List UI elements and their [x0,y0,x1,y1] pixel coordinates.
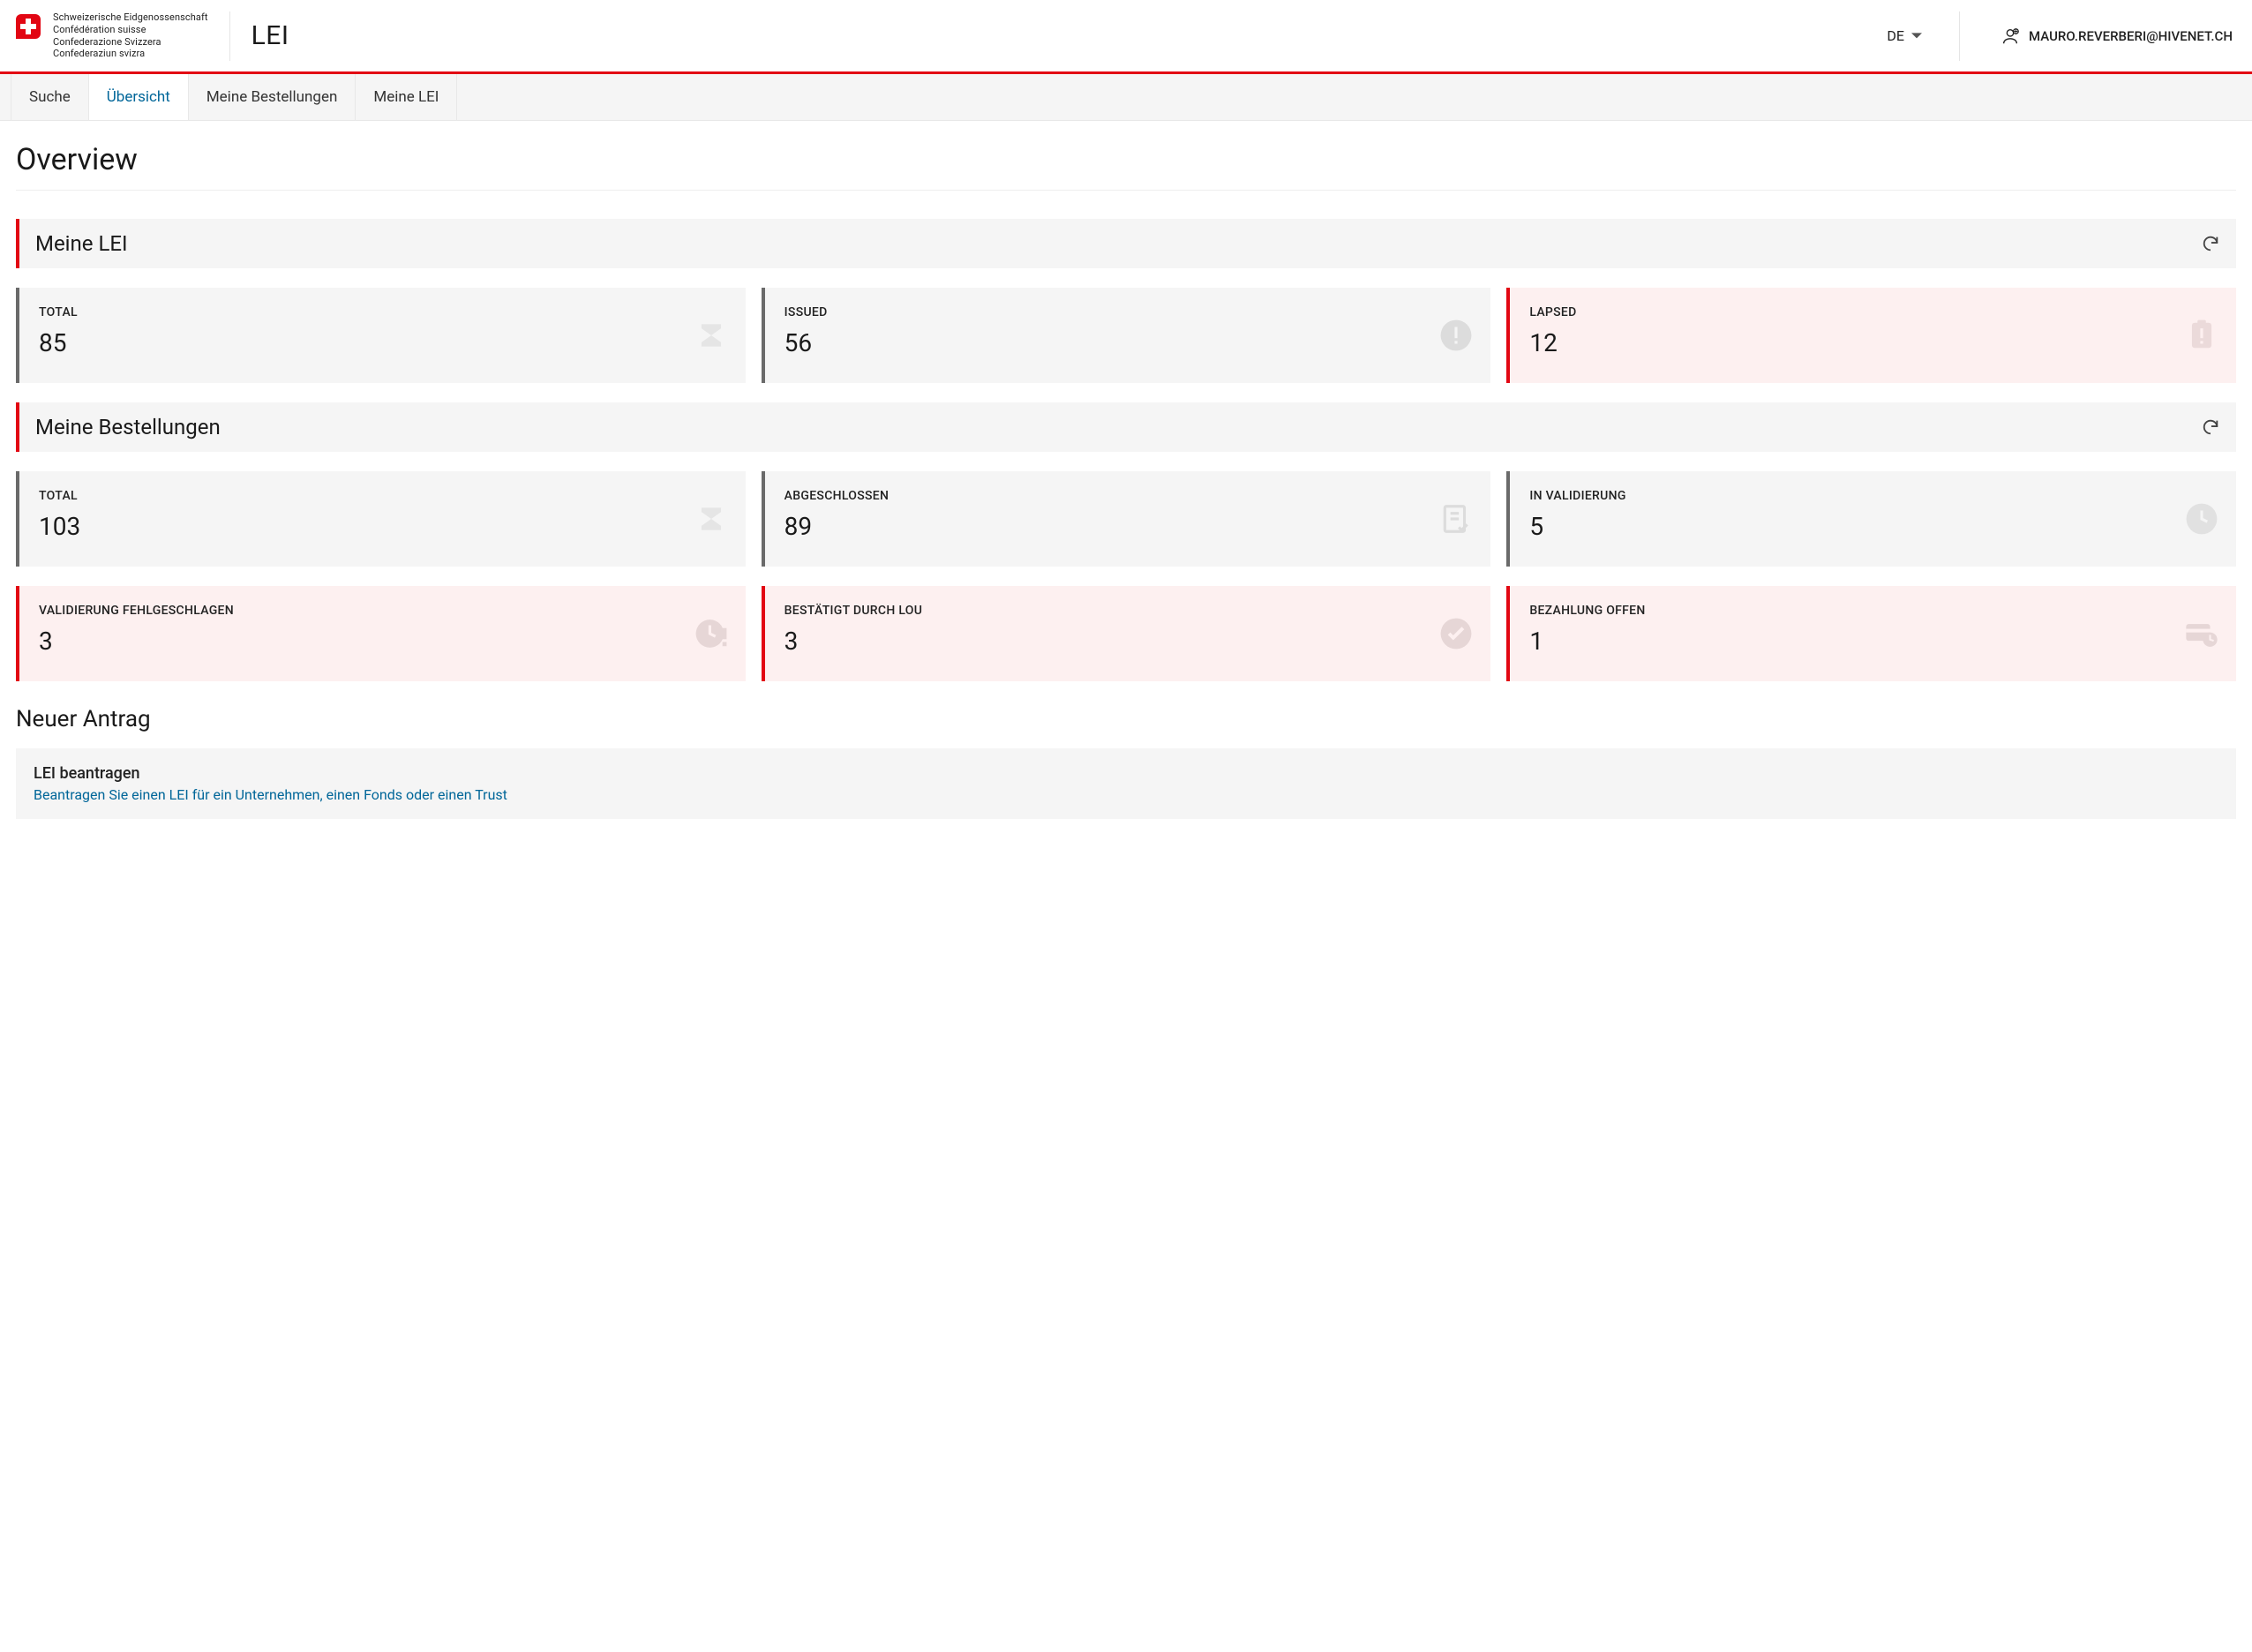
clipboard-alert-icon [2185,319,2218,352]
card-orders-completed[interactable]: ABGESCHLOSSEN 89 [762,471,1491,567]
card-label: BESTÄTIGT DURCH LOU [784,604,1472,618]
card-label: LAPSED [1529,305,2217,319]
confed-line: Confédération suisse [53,24,208,36]
language-label: DE [1887,27,1904,44]
clock-icon [2185,502,2218,536]
new-request-title: LEI beantragen [34,764,2218,783]
document-check-icon [1439,502,1473,536]
user-email: MAURO.REVERBERI@HIVENET.CH [2029,28,2233,44]
refresh-icon [2201,234,2220,253]
divider [229,11,230,61]
tab-mylei[interactable]: Meine LEI [356,74,457,120]
card-value: 89 [784,512,1472,541]
section-title: Meine LEI [35,231,128,256]
mylei-cards: TOTAL 85 ISSUED 56 LAPSED 12 [16,288,2236,383]
refresh-icon [2201,417,2220,437]
app-header: Schweizerische Eidgenossenschaft Confédé… [0,0,2252,74]
card-total-lei[interactable]: TOTAL 85 [16,288,746,383]
page-title: Overview [16,142,2236,191]
new-request-subtitle[interactable]: Beantragen Sie einen LEI für ein Unterne… [34,786,2218,803]
card-payment-open[interactable]: BEZAHLUNG OFFEN 1 [1506,586,2236,681]
card-label: IN VALIDIERUNG [1529,489,2217,503]
alert-circle-icon [1439,319,1473,352]
main-content: Overview Meine LEI TOTAL 85 ISSUED 56 LA… [0,121,2252,854]
swiss-flag-icon [16,14,41,39]
card-orders-validating[interactable]: IN VALIDIERUNG 5 [1506,471,2236,567]
card-value: 56 [784,328,1472,357]
card-label: VALIDIERUNG FEHLGESCHLAGEN [39,604,726,618]
section-header-orders: Meine Bestellungen [16,402,2236,452]
card-value: 1 [1529,627,2217,656]
tab-overview[interactable]: Übersicht [89,74,189,120]
credit-card-clock-icon [2185,617,2218,650]
card-label: ISSUED [784,305,1472,319]
user-icon [2001,26,2020,46]
divider [1959,11,1960,61]
card-label: TOTAL [39,305,726,319]
section-header-mylei: Meine LEI [16,219,2236,268]
clock-alert-icon [694,617,728,650]
confed-line: Schweizerische Eidgenossenschaft [53,11,208,24]
tab-orders[interactable]: Meine Bestellungen [189,74,357,120]
card-value: 3 [784,627,1472,656]
new-request-panel[interactable]: LEI beantragen Beantragen Sie einen LEI … [16,748,2236,819]
card-validation-failed[interactable]: VALIDIERUNG FEHLGESCHLAGEN 3 [16,586,746,681]
check-circle-icon [1439,617,1473,650]
card-confirmed-lou[interactable]: BESTÄTIGT DURCH LOU 3 [762,586,1491,681]
new-request-heading: Neuer Antrag [16,706,2236,732]
app-title: LEI [251,20,289,51]
tab-search[interactable]: Suche [11,74,89,120]
confederation-text: Schweizerische Eidgenossenschaft Confédé… [53,11,208,60]
sigma-icon [694,319,728,352]
orders-cards-row2: VALIDIERUNG FEHLGESCHLAGEN 3 BESTÄTIGT D… [16,586,2236,681]
user-menu[interactable]: MAURO.REVERBERI@HIVENET.CH [1981,26,2252,46]
card-value: 85 [39,328,726,357]
orders-cards-row1: TOTAL 103 ABGESCHLOSSEN 89 IN VALIDIERUN… [16,471,2236,567]
confed-line: Confederazione Svizzera [53,36,208,49]
refresh-button[interactable] [2201,417,2220,437]
language-selector[interactable]: DE [1871,27,1938,44]
card-label: ABGESCHLOSSEN [784,489,1472,503]
sigma-icon [694,502,728,536]
card-orders-total[interactable]: TOTAL 103 [16,471,746,567]
card-value: 103 [39,512,726,541]
refresh-button[interactable] [2201,234,2220,253]
card-label: BEZAHLUNG OFFEN [1529,604,2217,618]
card-label: TOTAL [39,489,726,503]
section-title: Meine Bestellungen [35,415,221,439]
confed-line: Confederaziun svizra [53,48,208,60]
card-value: 5 [1529,512,2217,541]
card-lapsed[interactable]: LAPSED 12 [1506,288,2236,383]
chevron-down-icon [1911,31,1922,41]
main-tabs: Suche Übersicht Meine Bestellungen Meine… [0,74,2252,121]
card-issued[interactable]: ISSUED 56 [762,288,1491,383]
card-value: 12 [1529,328,2217,357]
card-value: 3 [39,627,726,656]
brand-block: Schweizerische Eidgenossenschaft Confédé… [16,11,208,60]
